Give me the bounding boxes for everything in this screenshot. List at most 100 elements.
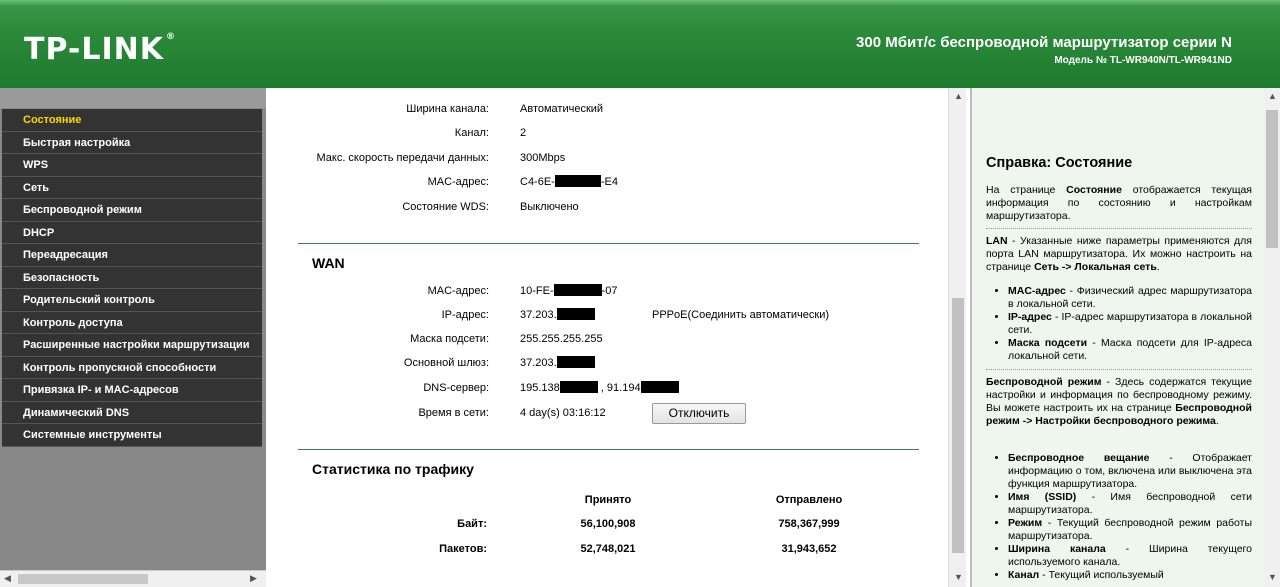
row-gateway: Основной шлюз: 37.203. [268, 355, 948, 371]
help-divider [986, 369, 1252, 370]
help-list-item: Ширина канала - Ширина текущего использу… [1008, 543, 1252, 569]
redaction-block [559, 381, 598, 394]
sidebar-item[interactable]: Расширенные настройки маршрутизации [2, 334, 262, 357]
traffic-section-title: Статистика по трафику [312, 461, 474, 477]
help-list-item: Имя (SSID) - Имя беспроводной сети маршр… [1008, 491, 1252, 517]
sidebar-item[interactable]: Динамический DNS [2, 401, 262, 424]
redaction-block [554, 175, 601, 188]
wan-mac-value: 10-FE- -07 [520, 283, 618, 299]
sidebar-item[interactable]: Состояние [2, 109, 262, 132]
sidebar-item[interactable]: Безопасность [2, 266, 262, 289]
gateway-value: 37.203. [520, 355, 595, 371]
connection-type: PPPoE(Соединить автоматически) [652, 309, 830, 321]
help-bold-term: Беспроводной режим [986, 376, 1102, 388]
row-wan-mac: MAC-адрес: 10-FE- -07 [268, 283, 948, 299]
sidebar-item[interactable]: Сеть [2, 176, 262, 199]
sidebar-item[interactable]: WPS [2, 154, 262, 177]
logo-registered-mark: ® [166, 32, 177, 42]
sidebar-item[interactable]: Контроль пропускной способности [2, 356, 262, 379]
section-divider [298, 243, 919, 244]
scroll-right-arrow-icon[interactable]: ▶ [250, 573, 257, 584]
scrollbar-thumb[interactable] [952, 298, 964, 553]
bytes-sent-value: 758,367,999 [778, 518, 840, 530]
row-wds: Состояние WDS: Выключено [268, 199, 948, 215]
sidebar-item[interactable]: DHCP [2, 221, 262, 244]
sidebar-item[interactable]: Системные инструменты [2, 424, 262, 447]
wan-ip-value: 37.203. [520, 307, 595, 323]
wan-section-title: WAN [312, 255, 345, 271]
help-list-item: Режим - Текущий беспроводной режим работ… [1008, 517, 1252, 543]
help-list-item: Канал - Текущий используемый [1008, 569, 1252, 582]
wan-mac-label: MAC-адрес: [427, 285, 489, 297]
scroll-left-arrow-icon[interactable]: ◀ [4, 573, 11, 584]
help-bold-term: Состояние [1066, 184, 1122, 196]
packets-sent-value: 31,943,652 [781, 543, 837, 555]
received-header: Принято [584, 494, 632, 506]
help-list-item: Беспроводное вещание - Отображает информ… [1008, 452, 1252, 491]
gateway-label: Основной шлюз: [403, 357, 489, 369]
mac-prefix: 10-FE- [520, 285, 554, 297]
section-divider [298, 449, 919, 450]
scroll-down-arrow-icon[interactable]: ▼ [954, 572, 963, 582]
sent-header: Отправлено [775, 494, 843, 506]
redaction-block [556, 356, 595, 369]
row-wan-ip: IP-адрес: 37.203. PPPoE(Соединить автома… [268, 307, 948, 323]
sidebar-item[interactable]: Родительский контроль [2, 289, 262, 312]
redaction-block [640, 381, 679, 394]
row-channel: Канал: 2 [268, 125, 948, 141]
packets-received-value: 52,748,021 [580, 543, 636, 555]
traffic-packets-row: Пакетов: 52,748,021 31,943,652 [268, 541, 948, 557]
scrollbar-thumb[interactable] [18, 574, 148, 584]
help-list-item: Маска подсети - Маска подсети для IP-адр… [1008, 337, 1252, 363]
row-uptime: Время в сети: 4 day(s) 03:16:12 [268, 405, 948, 421]
sidebar-item[interactable]: Беспроводной режим [2, 199, 262, 222]
dns-label: DNS-сервер: [423, 382, 489, 394]
help-bold-term: Имя (SSID) [1008, 491, 1077, 503]
uptime-value: 4 day(s) 03:16:12 [520, 407, 606, 419]
subnet-mask-label: Маска подсети: [410, 333, 489, 345]
help-panel: Справка: Состояние На странице Состояние… [970, 88, 1264, 587]
bytes-received-value: 56,100,908 [580, 518, 636, 530]
disconnect-button[interactable]: Отключить [652, 403, 746, 424]
wds-value: Выключено [520, 201, 579, 213]
help-divider [986, 228, 1252, 229]
sidebar-item[interactable]: Контроль доступа [2, 311, 262, 334]
mac-suffix: -07 [601, 285, 618, 297]
help-bold-term: Ширина канала [1008, 543, 1106, 555]
scroll-up-arrow-icon[interactable]: ▲ [1268, 91, 1277, 101]
packets-label: Пакетов: [439, 543, 487, 555]
help-bold-term: Канал [1008, 569, 1040, 581]
channel-width-value: Автоматический [520, 103, 604, 115]
help-lan-paragraph: LAN - Указанные ниже параметры применяют… [986, 235, 1252, 274]
help-text: . [1215, 415, 1219, 427]
help-text: - Текущий беспроводной режим работы марш… [1008, 517, 1252, 542]
scroll-up-arrow-icon[interactable]: ▲ [954, 91, 963, 101]
uptime-label: Время в сети: [418, 407, 489, 419]
wds-label: Состояние WDS: [402, 201, 489, 213]
sidebar-item[interactable]: Привязка IP- и MAC-адресов [2, 379, 262, 402]
help-text: - Текущий используемый [1039, 569, 1164, 581]
product-title: 300 Мбит/с беспроводной маршрутизатор се… [856, 34, 1232, 51]
sidebar-item[interactable]: Быстрая настройка [2, 131, 262, 154]
channel-width-label: Ширина канала: [406, 103, 489, 115]
help-text: . [1156, 261, 1160, 273]
max-rate-value: 300Mbps [520, 152, 566, 164]
mac-prefix: C4-6E- [520, 176, 555, 188]
max-rate-label: Макс. скорость передачи данных: [316, 152, 489, 164]
sidebar-horizontal-scrollbar[interactable]: ◀ ▶ [0, 570, 266, 587]
gateway-prefix: 37.203. [520, 357, 557, 369]
sidebar-menu: Состояние Быстрая настройка WPS Сеть Беспров… [2, 109, 262, 447]
row-max-rate: Макс. скорость передачи данных: 300Mbps [268, 150, 948, 166]
subnet-mask-value: 255.255.255.255 [520, 333, 603, 345]
help-list-item: MAC-адрес - Физический адрес маршрутизат… [1008, 285, 1252, 311]
help-bold-term: Маска подсети [1008, 337, 1088, 349]
help-bold-term: LAN [986, 235, 1008, 247]
sidebar-item[interactable]: Переадресация [2, 244, 262, 267]
header-top-stripe [0, 0, 1280, 6]
main-vertical-scrollbar[interactable]: ▲ ▼ [948, 88, 966, 587]
help-bold-link: Сеть -> Локальная сеть [1034, 261, 1157, 273]
help-vertical-scrollbar[interactable]: ▲ ▼ [1264, 88, 1280, 587]
redaction-block [556, 308, 595, 321]
scroll-down-arrow-icon[interactable]: ▼ [1268, 572, 1277, 582]
scrollbar-thumb[interactable] [1266, 110, 1278, 248]
